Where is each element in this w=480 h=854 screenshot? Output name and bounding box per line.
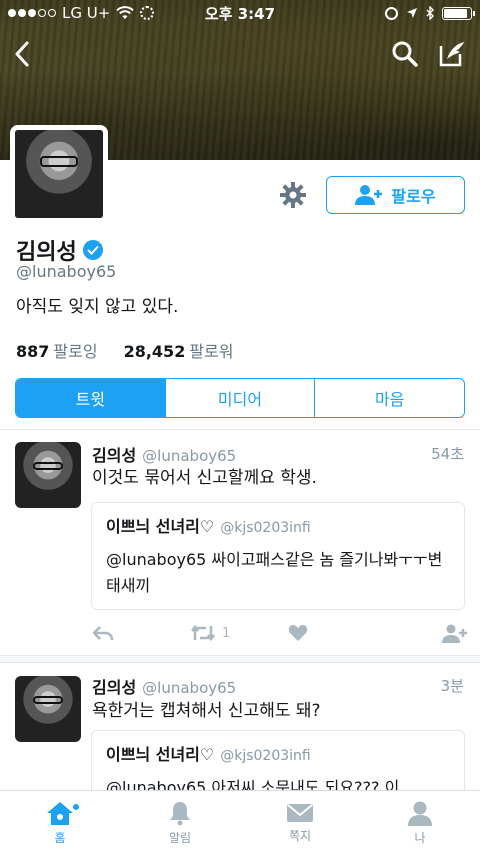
gear-icon [280, 182, 306, 208]
settings-button[interactable] [278, 180, 308, 210]
search-button[interactable] [385, 36, 425, 72]
quoted-author-name: 이쁘늬 선녀리♡ [106, 517, 215, 536]
wifi-icon [116, 6, 134, 19]
bottom-nav: 홈 알림 쪽지 나 [0, 790, 480, 854]
bell-icon [170, 801, 190, 825]
tab-tweets[interactable]: 트윗 [16, 379, 165, 417]
nav-me[interactable]: 나 [360, 791, 480, 854]
location-arrow-icon [407, 8, 417, 18]
follow-button[interactable]: 팔로우 [326, 176, 465, 214]
nav-me-label: 나 [414, 830, 426, 845]
nav-messages-label: 쪽지 [288, 828, 312, 843]
profile-stats: 887 팔로잉 28,452 팔로워 [16, 338, 234, 362]
compose-tweet-button[interactable] [432, 36, 472, 72]
home-icon [47, 801, 73, 825]
profile-tabs: 트윗 미디어 마음 [15, 378, 465, 418]
reply-button[interactable] [92, 624, 114, 642]
person-icon [408, 801, 432, 826]
tweet-avatar[interactable] [15, 442, 81, 508]
tweet-author-name: 김의성 [92, 678, 137, 697]
quoted-tweet[interactable]: 이쁘늬 선녀리♡ @kjs0203infi @lunaboy65 아저씨 소문내… [91, 730, 465, 790]
tweet-avatar[interactable] [15, 676, 81, 742]
following-count: 887 [16, 342, 50, 361]
tweet-actions: 1 [92, 624, 468, 648]
reply-icon [92, 626, 114, 641]
quoted-author-handle: @kjs0203infi [220, 748, 311, 764]
retweet-icon [191, 624, 215, 642]
tweet-item[interactable]: 김의성 @lunaboy65 3분 욕한거는 캡쳐해서 신고해도 돼? 이쁘늬 … [0, 664, 480, 790]
status-bar: LG U+ 오후 3:47 [0, 0, 480, 26]
tweet-item[interactable]: 김의성 @lunaboy65 54초 이것도 묶어서 신고할께요 학생. 이쁘늬… [0, 430, 480, 660]
like-button[interactable] [288, 624, 308, 642]
bluetooth-icon [426, 6, 434, 20]
tweet-timestamp: 3분 [440, 677, 464, 695]
nav-messages[interactable]: 쪽지 [240, 791, 360, 854]
activity-spinner-icon [140, 6, 155, 20]
quoted-author-handle: @kjs0203infi [220, 520, 311, 536]
tweet-timestamp: 54초 [431, 445, 464, 463]
nav-home-label: 홈 [54, 830, 66, 845]
signal-dots-icon [8, 9, 56, 17]
back-button[interactable] [2, 36, 42, 72]
home-notification-dot [72, 803, 80, 811]
tweet-text: 이것도 묶어서 신고할께요 학생. [92, 468, 317, 488]
retweet-count: 1 [222, 625, 231, 641]
quoted-tweet-text: @lunaboy65 아저씨 소문내도 되요??? 이 [106, 778, 400, 790]
carrier-label: LG U+ [62, 4, 111, 22]
profile-bio: 아직도 잊지 않고 있다. [16, 297, 179, 317]
compose-icon [439, 42, 464, 67]
orientation-lock-icon [385, 6, 398, 20]
nav-notifications-label: 알림 [168, 830, 192, 845]
quoted-tweet-header: 이쁘늬 선녀리♡ @kjs0203infi [106, 741, 450, 765]
add-person-icon [442, 624, 467, 643]
tweet-text: 욕한거는 캡쳐해서 신고해도 돼? [92, 701, 321, 721]
verified-badge-icon [82, 240, 103, 260]
quoted-tweet-text: @lunaboy65 싸이고패스같은 놈 즐기나봐ㅜㅜ변태새끼 [106, 550, 443, 595]
tab-media[interactable]: 미디어 [164, 379, 315, 417]
nav-home[interactable]: 홈 [0, 791, 120, 854]
battery-icon [442, 6, 475, 20]
search-icon [392, 41, 418, 67]
heart-icon [288, 624, 308, 641]
nav-notifications[interactable]: 알림 [120, 791, 240, 854]
tweet-author-handle: @lunaboy65 [142, 679, 237, 697]
add-person-icon [355, 185, 383, 205]
followers-count: 28,452 [123, 342, 186, 361]
divider [0, 655, 480, 663]
retweet-button[interactable]: 1 [190, 624, 230, 642]
chevron-left-icon [15, 41, 29, 67]
tweet-header: 김의성 @lunaboy65 [92, 674, 236, 698]
profile-avatar[interactable] [10, 125, 108, 223]
quoted-tweet[interactable]: 이쁘늬 선녀리♡ @kjs0203infi @lunaboy65 싸이고패스같은… [91, 502, 465, 610]
following-stat[interactable]: 887 팔로잉 [16, 338, 98, 362]
quoted-tweet-header: 이쁘늬 선녀리♡ @kjs0203infi [106, 513, 450, 537]
tab-likes[interactable]: 마음 [314, 379, 464, 417]
followers-stat[interactable]: 28,452 팔로워 [124, 338, 234, 362]
followers-label: 팔로워 [189, 342, 234, 361]
following-label: 팔로잉 [53, 342, 98, 361]
follow-button-label: 팔로우 [391, 187, 436, 206]
follow-from-tweet-button[interactable] [442, 624, 468, 644]
quoted-author-name: 이쁘늬 선녀리♡ [106, 745, 215, 764]
envelope-icon [287, 803, 313, 822]
profile-handle: @lunaboy65 [16, 262, 117, 281]
